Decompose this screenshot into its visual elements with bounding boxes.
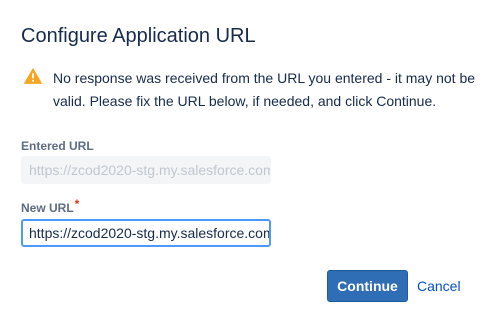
cancel-link[interactable]: Cancel xyxy=(417,278,461,294)
required-marker: * xyxy=(74,197,80,211)
continue-button[interactable]: Continue xyxy=(327,270,408,302)
warning-triangle-icon xyxy=(24,68,42,84)
new-url-label-text: New URL xyxy=(21,201,74,215)
warning-text: No response was received from the URL yo… xyxy=(53,70,476,109)
new-url-input[interactable] xyxy=(21,219,271,247)
entered-url-label-text: Entered URL xyxy=(21,139,94,153)
entered-url-label: Entered URL xyxy=(21,139,94,153)
configure-url-dialog: Configure Application URL No response wa… xyxy=(0,0,497,331)
new-url-label: New URL* xyxy=(21,197,79,215)
dialog-title: Configure Application URL xyxy=(21,25,256,47)
entered-url-field xyxy=(21,156,271,184)
